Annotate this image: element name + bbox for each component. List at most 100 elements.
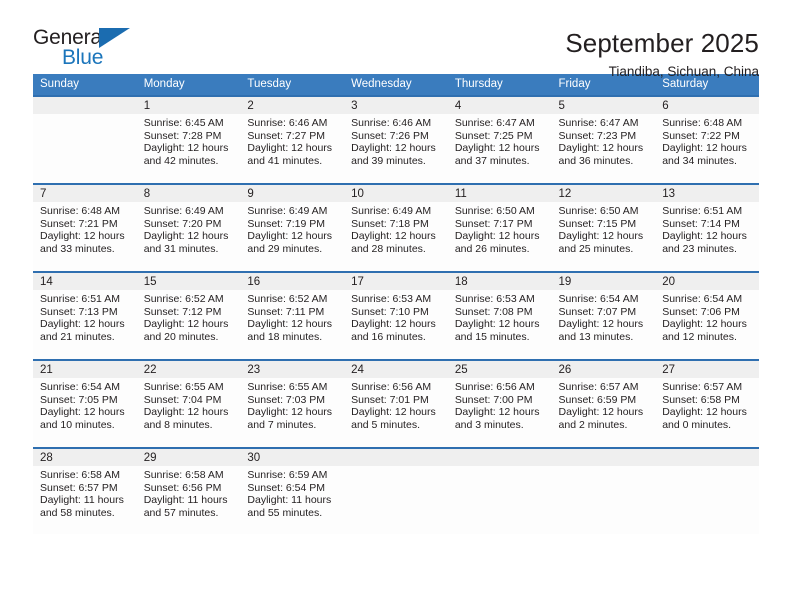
day-cell[interactable]: 23 Sunrise: 6:55 AM Sunset: 7:03 PM Dayligh… — [240, 359, 345, 448]
day-cell[interactable]: 13 Sunrise: 6:51 AM Sunset: 7:14 PM Dayligh… — [655, 183, 759, 272]
day-cell[interactable]: 25 Sunrise: 6:56 AM Sunset: 7:00 PM Dayligh… — [447, 359, 552, 448]
daylight-text-line1: Daylight: 12 hours — [662, 142, 747, 155]
daylight-text-line1: Daylight: 12 hours — [558, 230, 644, 243]
day-cell[interactable]: 9 Sunrise: 6:49 AM Sunset: 7:19 PM Daylight… — [240, 183, 345, 272]
sunset-text: Sunset: 7:18 PM — [351, 217, 429, 230]
sunrise-text: Sunrise: 6:47 AM — [558, 117, 639, 129]
day-cell[interactable]: 19 Sunrise: 6:54 AM Sunset: 7:07 PM Dayligh… — [551, 271, 656, 360]
sunrise-text: Sunrise: 6:47 AM — [454, 117, 535, 129]
daylight-text-line2: and 33 minutes. — [40, 242, 115, 255]
day-cell[interactable]: 17 Sunrise: 6:53 AM Sunset: 7:10 PM Dayligh… — [344, 271, 448, 360]
weekday-header-wednesday: Wednesday — [344, 74, 448, 96]
day-cell[interactable]: 6 Sunrise: 6:48 AM Sunset: 7:22 PM Daylight… — [655, 95, 759, 184]
day-number: 28 — [33, 449, 137, 466]
day-cell[interactable]: 29 Sunrise: 6:58 AM Sunset: 6:56 PM Dayligh… — [136, 447, 241, 534]
day-number: 10 — [344, 185, 448, 202]
sunrise-text: Sunrise: 6:46 AM — [351, 117, 432, 129]
daylight-text-line2: and 55 minutes. — [247, 506, 323, 519]
day-cell[interactable] — [551, 447, 656, 534]
sunset-text: Sunset: 6:59 PM — [558, 393, 637, 406]
daylight-text-line2: and 36 minutes. — [558, 154, 634, 167]
day-cell[interactable]: 15 Sunrise: 6:52 AM Sunset: 7:12 PM Dayligh… — [136, 271, 241, 360]
day-number — [344, 449, 448, 466]
general-blue-logo[interactable]: General Blue — [33, 26, 151, 74]
day-number: 13 — [655, 185, 759, 202]
daylight-text-line2: and 31 minutes. — [143, 242, 219, 255]
daylight-text-line2: and 10 minutes. — [40, 418, 115, 431]
daylight-text-line1: Daylight: 11 hours — [143, 494, 228, 507]
day-cell[interactable]: 2 Sunrise: 6:46 AM Sunset: 7:27 PM Daylight… — [240, 95, 345, 184]
sunset-text: Sunset: 7:21 PM — [40, 217, 118, 230]
day-number: 22 — [136, 361, 241, 378]
daylight-text-line2: and 8 minutes. — [143, 418, 213, 431]
daylight-text-line2: and 21 minutes. — [40, 330, 115, 343]
calendar-body: 1 Sunrise: 6:45 AM Sunset: 7:28 PM Daylight… — [33, 95, 759, 534]
day-number: 8 — [136, 185, 241, 202]
day-cell[interactable] — [447, 447, 552, 534]
day-cell[interactable] — [33, 95, 137, 184]
sunrise-sunset-calendar: Sunday Monday Tuesday Wednesday Thursday… — [33, 74, 759, 534]
sunrise-text: Sunrise: 6:59 AM — [247, 469, 328, 481]
day-number: 16 — [240, 273, 345, 290]
day-cell[interactable]: 26 Sunrise: 6:57 AM Sunset: 6:59 PM Dayligh… — [551, 359, 656, 448]
day-number: 4 — [447, 97, 552, 114]
sunrise-text: Sunrise: 6:50 AM — [454, 205, 535, 217]
week-row: 14 Sunrise: 6:51 AM Sunset: 7:13 PM Dayligh… — [33, 271, 759, 360]
day-number: 25 — [447, 361, 552, 378]
day-cell[interactable]: 16 Sunrise: 6:52 AM Sunset: 7:11 PM Dayligh… — [240, 271, 345, 360]
day-cell[interactable]: 7 Sunrise: 6:48 AM Sunset: 7:21 PM Daylight… — [33, 183, 137, 272]
sunrise-text: Sunrise: 6:58 AM — [40, 469, 120, 481]
sunset-text: Sunset: 7:13 PM — [40, 305, 118, 318]
sunrise-text: Sunrise: 6:51 AM — [40, 293, 120, 305]
day-number: 23 — [240, 361, 345, 378]
day-cell[interactable]: 20 Sunrise: 6:54 AM Sunset: 7:06 PM Dayligh… — [655, 271, 759, 360]
sunrise-text: Sunrise: 6:54 AM — [558, 293, 639, 305]
daylight-text-line2: and 15 minutes. — [454, 330, 530, 343]
day-cell[interactable]: 5 Sunrise: 6:47 AM Sunset: 7:23 PM Daylight… — [551, 95, 656, 184]
day-cell[interactable]: 24 Sunrise: 6:56 AM Sunset: 7:01 PM Dayligh… — [344, 359, 448, 448]
daylight-text-line1: Daylight: 12 hours — [662, 318, 747, 331]
sunset-text: Sunset: 7:15 PM — [558, 217, 637, 230]
daylight-text-line2: and 58 minutes. — [40, 506, 115, 519]
day-cell[interactable]: 18 Sunrise: 6:53 AM Sunset: 7:08 PM Dayligh… — [447, 271, 552, 360]
sunrise-text: Sunrise: 6:52 AM — [143, 293, 224, 305]
day-cell[interactable]: 27 Sunrise: 6:57 AM Sunset: 6:58 PM Dayligh… — [655, 359, 759, 448]
daylight-text-line2: and 34 minutes. — [662, 154, 737, 167]
day-cell[interactable]: 11 Sunrise: 6:50 AM Sunset: 7:17 PM Dayligh… — [447, 183, 552, 272]
sunset-text: Sunset: 7:12 PM — [143, 305, 222, 318]
day-cell[interactable] — [344, 447, 448, 534]
day-cell[interactable]: 4 Sunrise: 6:47 AM Sunset: 7:25 PM Daylight… — [447, 95, 552, 184]
daylight-text-line2: and 7 minutes. — [247, 418, 317, 431]
day-number: 14 — [33, 273, 137, 290]
day-cell[interactable]: 30 Sunrise: 6:59 AM Sunset: 6:54 PM Dayligh… — [240, 447, 345, 534]
daylight-text-line1: Daylight: 12 hours — [351, 406, 436, 419]
day-cell[interactable]: 12 Sunrise: 6:50 AM Sunset: 7:15 PM Dayligh… — [551, 183, 656, 272]
day-number: 19 — [551, 273, 656, 290]
day-cell[interactable]: 1 Sunrise: 6:45 AM Sunset: 7:28 PM Daylight… — [136, 95, 241, 184]
daylight-text-line1: Daylight: 12 hours — [247, 406, 333, 419]
day-number — [551, 449, 656, 466]
day-cell[interactable]: 8 Sunrise: 6:49 AM Sunset: 7:20 PM Daylight… — [136, 183, 241, 272]
sunset-text: Sunset: 7:11 PM — [247, 305, 325, 318]
sunset-text: Sunset: 6:56 PM — [143, 481, 222, 494]
day-cell[interactable]: 21 Sunrise: 6:54 AM Sunset: 7:05 PM Dayligh… — [33, 359, 137, 448]
weekday-header-monday: Monday — [136, 74, 241, 96]
day-number: 17 — [344, 273, 448, 290]
day-cell[interactable]: 3 Sunrise: 6:46 AM Sunset: 7:26 PM Daylight… — [344, 95, 448, 184]
title-block: September 2025 Tiandiba, Sichuan, China — [565, 26, 759, 82]
day-cell[interactable]: 14 Sunrise: 6:51 AM Sunset: 7:13 PM Dayligh… — [33, 271, 137, 360]
sunset-text: Sunset: 7:20 PM — [143, 217, 222, 230]
weekday-header-tuesday: Tuesday — [240, 74, 345, 96]
day-cell[interactable]: 22 Sunrise: 6:55 AM Sunset: 7:04 PM Dayligh… — [136, 359, 241, 448]
day-cell[interactable]: 10 Sunrise: 6:49 AM Sunset: 7:18 PM Dayligh… — [344, 183, 448, 272]
sunrise-text: Sunrise: 6:55 AM — [247, 381, 328, 393]
day-cell[interactable]: 28 Sunrise: 6:58 AM Sunset: 6:57 PM Dayligh… — [33, 447, 137, 534]
daylight-text-line1: Daylight: 11 hours — [247, 494, 332, 507]
day-cell[interactable] — [655, 447, 759, 534]
sunset-text: Sunset: 7:25 PM — [454, 129, 533, 142]
daylight-text-line1: Daylight: 12 hours — [558, 406, 644, 419]
sunset-text: Sunset: 7:01 PM — [351, 393, 429, 406]
daylight-text-line1: Daylight: 12 hours — [143, 230, 229, 243]
calendar-page: General Blue September 2025 Tiandiba, Si… — [0, 0, 792, 612]
week-row: 21 Sunrise: 6:54 AM Sunset: 7:05 PM Dayligh… — [33, 359, 759, 448]
